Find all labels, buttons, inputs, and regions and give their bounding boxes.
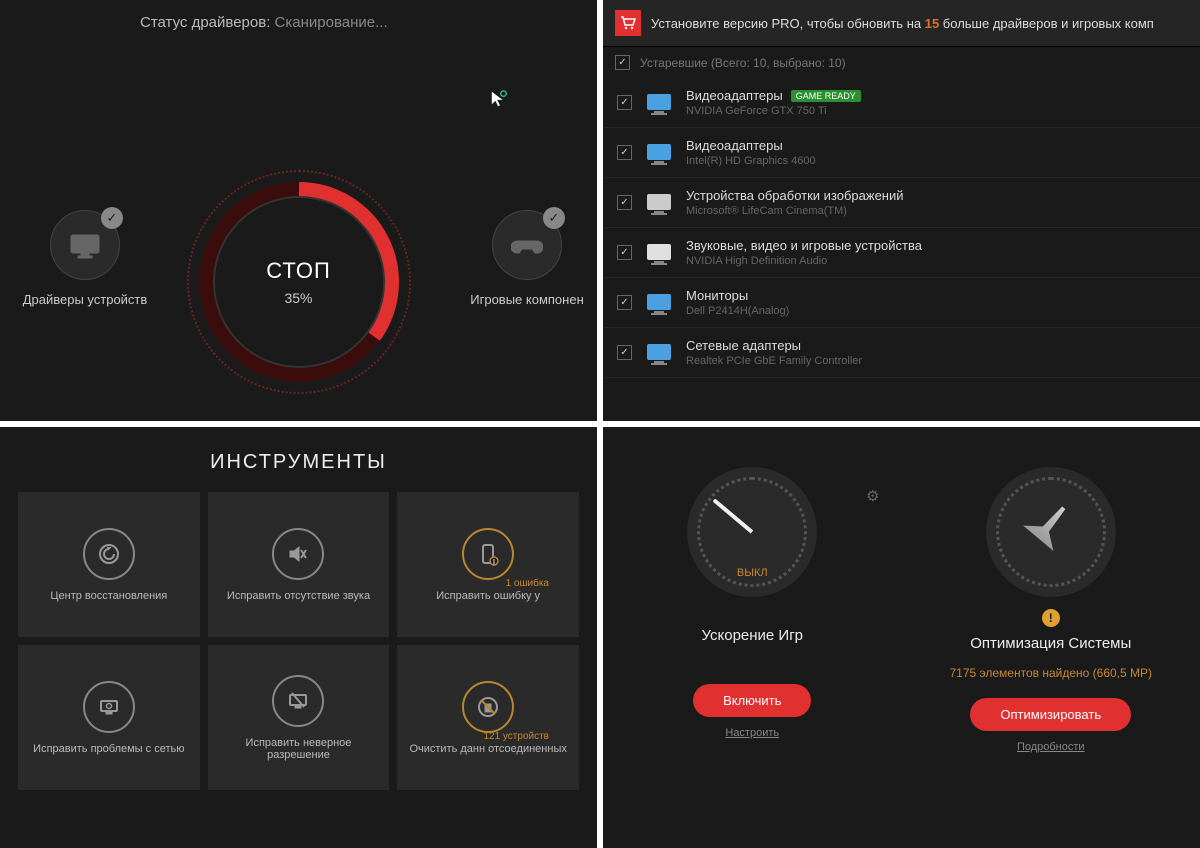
device-icon bbox=[644, 89, 674, 117]
details-link[interactable]: Подробности bbox=[1017, 741, 1085, 753]
status-value: Сканирование... bbox=[275, 14, 388, 31]
driver-info: Устройства обработки изображений Microsof… bbox=[686, 188, 1186, 217]
enable-button[interactable]: Включить bbox=[693, 684, 811, 717]
tool-label: Центр восстановления bbox=[42, 590, 175, 602]
tool-icon bbox=[272, 675, 324, 727]
cursor-icon bbox=[490, 90, 508, 111]
game-gauge[interactable]: ВЫКЛ bbox=[687, 467, 817, 597]
driver-name: Мониторы bbox=[686, 288, 1186, 303]
scan-percent: 35% bbox=[284, 290, 312, 306]
category-label: Игровые компонен bbox=[462, 292, 592, 307]
driver-detail: Dell P2414H(Analog) bbox=[686, 305, 1186, 317]
driver-name: Видеоадаптеры bbox=[686, 138, 1186, 153]
banner-text: Установите версию PRO, чтобы обновить на… bbox=[651, 16, 1154, 31]
status-line: Статус драйверов: Сканирование... bbox=[140, 14, 388, 31]
checkbox[interactable]: ✓ bbox=[617, 145, 632, 160]
tool-icon: ! bbox=[462, 528, 514, 580]
tools-grid: Центр восстановления Исправить отсутствие… bbox=[0, 492, 597, 808]
monitor-icon: ✓ bbox=[50, 210, 120, 280]
driver-detail: Microsoft® LifeCam Cinema(TM) bbox=[686, 205, 1186, 217]
tool-label: Исправить ошибку у bbox=[428, 590, 548, 602]
checkbox[interactable]: ✓ bbox=[615, 55, 630, 70]
tools-title: ИНСТРУМЕНТЫ bbox=[0, 427, 597, 492]
tool-icon bbox=[83, 528, 135, 580]
driver-row[interactable]: ✓ Сетевые адаптеры Realtek PCIe GbE Family… bbox=[603, 328, 1200, 378]
configure-link[interactable]: Настроить bbox=[725, 727, 779, 739]
tool-icon bbox=[272, 528, 324, 580]
tool-tile[interactable]: Исправить проблемы с сетью bbox=[18, 645, 200, 790]
driver-info: Видеоадаптеры Intel(R) HD Graphics 4600 bbox=[686, 138, 1186, 167]
gear-icon[interactable]: ⚙ bbox=[866, 487, 879, 505]
gamepad-icon: ✓ bbox=[492, 210, 562, 280]
tool-tile[interactable]: !1 ошибкаИсправить ошибку у bbox=[397, 492, 579, 637]
status-label: Статус драйверов: bbox=[140, 14, 270, 31]
checkbox[interactable]: ✓ bbox=[617, 345, 632, 360]
tool-tile[interactable]: 121 устройствОчистить данн отсоединенных bbox=[397, 645, 579, 790]
pro-banner[interactable]: Установите версию PRO, чтобы обновить на… bbox=[603, 0, 1200, 47]
driver-name: Устройства обработки изображений bbox=[686, 188, 1186, 203]
tool-label: Очистить данн отсоединенных bbox=[401, 743, 574, 755]
driver-list-panel: Установите версию PRO, чтобы обновить на… bbox=[603, 0, 1200, 421]
device-icon bbox=[644, 239, 674, 267]
system-optimize-subtitle: 7175 элементов найдено (660,5 МР) bbox=[949, 666, 1152, 680]
driver-name: Звуковые, видео и игровые устройства bbox=[686, 238, 1186, 253]
gauge-label: ВЫКЛ bbox=[687, 567, 817, 579]
driver-info: ВидеоадаптерыGAME READY NVIDIA GeForce GT… bbox=[686, 88, 1186, 117]
driver-detail: NVIDIA GeForce GTX 750 Ti bbox=[686, 105, 1186, 117]
tool-label: Исправить неверное разрешение bbox=[208, 737, 390, 761]
tool-tile[interactable]: Исправить отсутствие звука bbox=[208, 492, 390, 637]
boost-panel: ⚙ ВЫКЛ Ускорение Игр Включить Настроить … bbox=[603, 427, 1200, 848]
tool-tile[interactable]: Центр восстановления bbox=[18, 492, 200, 637]
game-ready-badge: GAME READY bbox=[791, 90, 861, 102]
tool-label: Исправить отсутствие звука bbox=[219, 590, 378, 602]
optimize-button[interactable]: Оптимизировать bbox=[970, 698, 1131, 731]
tool-badge: 121 устройств bbox=[483, 731, 549, 742]
driver-name: Сетевые адаптеры bbox=[686, 338, 1186, 353]
tool-label: Исправить проблемы с сетью bbox=[25, 743, 192, 755]
driver-info: Сетевые адаптеры Realtek PCIe GbE Family … bbox=[686, 338, 1186, 367]
device-icon bbox=[644, 139, 674, 167]
tools-panel: ИНСТРУМЕНТЫ Центр восстановления Исправит… bbox=[0, 427, 597, 848]
category-device-drivers[interactable]: ✓ Драйверы устройств bbox=[15, 210, 155, 307]
checkbox[interactable]: ✓ bbox=[617, 95, 632, 110]
driver-info: Мониторы Dell P2414H(Analog) bbox=[686, 288, 1186, 317]
cart-icon bbox=[615, 10, 641, 36]
checkbox[interactable]: ✓ bbox=[617, 295, 632, 310]
group-header[interactable]: ✓ Устаревшие (Всего: 10, выбрано: 10) bbox=[603, 47, 1200, 78]
device-icon bbox=[644, 189, 674, 217]
driver-info: Звуковые, видео и игровые устройства NVID… bbox=[686, 238, 1186, 267]
system-optimize: ! Оптимизация Системы 7175 элементов най… bbox=[902, 467, 1200, 848]
category-game-components[interactable]: ✓ Игровые компонен bbox=[462, 210, 592, 307]
scan-button[interactable]: СТОП 35% bbox=[199, 182, 399, 382]
scanner-panel: Статус драйверов: Сканирование... ✓ Драй… bbox=[0, 0, 597, 421]
driver-detail: NVIDIA High Definition Audio bbox=[686, 255, 1186, 267]
driver-row[interactable]: ✓ Устройства обработки изображений Microso… bbox=[603, 178, 1200, 228]
tool-icon bbox=[462, 681, 514, 733]
game-boost: ⚙ ВЫКЛ Ускорение Игр Включить Настроить bbox=[603, 467, 902, 848]
driver-name: ВидеоадаптерыGAME READY bbox=[686, 88, 1186, 103]
driver-detail: Realtek PCIe GbE Family Controller bbox=[686, 355, 1186, 367]
driver-detail: Intel(R) HD Graphics 4600 bbox=[686, 155, 1186, 167]
driver-row[interactable]: ✓ ВидеоадаптерыGAME READY NVIDIA GeForce G… bbox=[603, 78, 1200, 128]
group-header-text: Устаревшие (Всего: 10, выбрано: 10) bbox=[640, 56, 846, 70]
checkbox[interactable]: ✓ bbox=[617, 245, 632, 260]
system-optimize-title: Оптимизация Системы bbox=[970, 635, 1131, 652]
check-icon: ✓ bbox=[101, 207, 123, 229]
tool-badge: 1 ошибка bbox=[506, 578, 549, 589]
game-boost-title: Ускорение Игр bbox=[701, 627, 803, 644]
warning-icon: ! bbox=[1042, 609, 1060, 627]
category-label: Драйверы устройств bbox=[15, 292, 155, 307]
driver-row[interactable]: ✓ Видеоадаптеры Intel(R) HD Graphics 4600 bbox=[603, 128, 1200, 178]
driver-row[interactable]: ✓ Звуковые, видео и игровые устройства NVI… bbox=[603, 228, 1200, 278]
device-icon bbox=[644, 289, 674, 317]
tool-tile[interactable]: Исправить неверное разрешение bbox=[208, 645, 390, 790]
system-gauge[interactable] bbox=[986, 467, 1116, 597]
checkbox[interactable]: ✓ bbox=[617, 195, 632, 210]
tool-icon bbox=[83, 681, 135, 733]
stop-label: СТОП bbox=[266, 258, 331, 284]
check-icon: ✓ bbox=[543, 207, 565, 229]
driver-list: ✓ВидеоадаптерыGAME READYNVIDIA GeForce G… bbox=[603, 78, 1200, 378]
device-icon bbox=[644, 339, 674, 367]
driver-row[interactable]: ✓ Мониторы Dell P2414H(Analog) bbox=[603, 278, 1200, 328]
